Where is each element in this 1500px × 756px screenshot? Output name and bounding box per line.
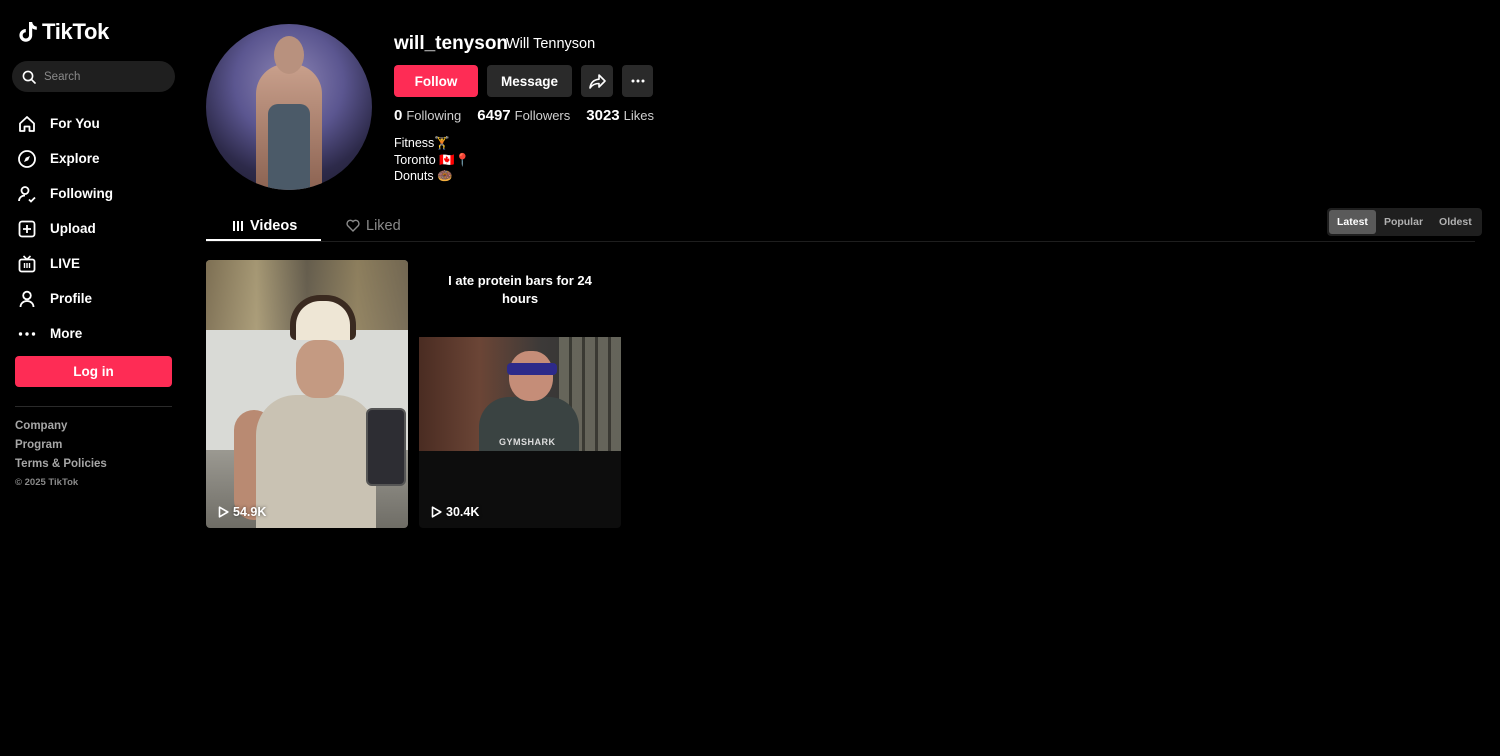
profile-tabs: Videos Liked — [206, 204, 1475, 242]
footer-link-company[interactable]: Company — [15, 420, 107, 432]
following-count: 0 — [394, 107, 403, 124]
stat-following[interactable]: 0 Following — [394, 107, 461, 124]
view-count: 30.4K — [431, 505, 479, 519]
sidebar-item-profile[interactable]: Profile — [17, 281, 113, 316]
profile-avatar — [206, 24, 372, 190]
more-icon — [17, 324, 37, 344]
sidebar-item-more[interactable]: More — [17, 316, 113, 351]
ellipsis-icon — [631, 79, 644, 83]
sort-oldest[interactable]: Oldest — [1431, 210, 1480, 234]
play-icon — [431, 506, 442, 518]
follow-button[interactable]: Follow — [394, 65, 478, 97]
grid-icon — [233, 220, 243, 231]
sidebar-item-label: LIVE — [50, 256, 81, 271]
sidebar-item-live[interactable]: LIVE — [17, 246, 113, 281]
home-icon — [17, 114, 37, 134]
sidebar-item-label: Upload — [50, 221, 96, 236]
person-icon — [17, 289, 37, 309]
sidebar-item-label: Explore — [50, 151, 100, 166]
followers-label: Followers — [514, 108, 571, 123]
search-box[interactable] — [12, 61, 175, 92]
upload-icon — [17, 219, 37, 239]
copyright-text: © 2025 TikTok — [15, 477, 79, 488]
tab-liked[interactable]: Liked — [346, 210, 401, 241]
sidebar-item-following[interactable]: Following — [17, 176, 113, 211]
footer-link-program[interactable]: Program — [15, 439, 107, 451]
tiktok-note-icon — [19, 22, 37, 42]
tab-label: Videos — [250, 217, 298, 234]
stat-followers[interactable]: 6497 Followers — [477, 107, 570, 124]
bio-line: Toronto 🇨🇦📍 — [394, 152, 471, 167]
active-tab-indicator — [206, 239, 321, 241]
sidebar-item-for-you[interactable]: For You — [17, 106, 113, 141]
sidebar-item-explore[interactable]: Explore — [17, 141, 113, 176]
sort-latest[interactable]: Latest — [1329, 210, 1376, 234]
more-options-button[interactable] — [622, 65, 653, 97]
app-name: TikTok — [42, 19, 110, 44]
view-count: 54.9K — [218, 505, 266, 519]
sidebar-item-label: Following — [50, 186, 113, 201]
video-card[interactable]: I ate protein bars for 24 hours GYMSHARK… — [419, 260, 621, 528]
followers-count: 6497 — [477, 107, 511, 124]
sidebar-item-label: More — [50, 326, 83, 341]
view-count-value: 30.4K — [446, 505, 480, 519]
tab-videos[interactable]: Videos — [232, 210, 297, 241]
following-label: Following — [406, 108, 462, 123]
login-button[interactable]: Log in — [15, 356, 172, 387]
bio-line: Fitness🏋 — [394, 136, 450, 150]
profile-display-name: Will Tennyson — [506, 36, 596, 52]
sidebar: TikTok For You Explore Following — [0, 0, 190, 756]
bio-line: Donuts 🍩 — [394, 169, 453, 183]
live-icon — [17, 254, 37, 274]
search-icon — [22, 70, 36, 84]
tiktok-logo[interactable]: TikTok — [18, 19, 109, 45]
sort-popular[interactable]: Popular — [1376, 210, 1431, 234]
following-icon — [17, 184, 37, 204]
message-button[interactable]: Message — [487, 65, 572, 97]
sidebar-item-label: Profile — [50, 291, 93, 306]
stat-likes: 3023 Likes — [586, 107, 654, 124]
sidebar-nav: For You Explore Following Upload LIVE Pr… — [17, 106, 113, 351]
likes-count: 3023 — [586, 107, 620, 124]
footer-link-terms[interactable]: Terms & Policies — [15, 458, 107, 470]
profile-username: will_tenyson — [394, 33, 509, 54]
sidebar-item-upload[interactable]: Upload — [17, 211, 113, 246]
play-icon — [218, 506, 229, 518]
share-button[interactable] — [581, 65, 613, 97]
profile-stats: 0 Following 6497 Followers 3023 Likes — [394, 107, 654, 124]
search-input[interactable] — [44, 70, 164, 83]
video-caption: I ate protein bars for 24 hours — [448, 273, 592, 306]
share-icon — [588, 73, 606, 89]
video-card[interactable]: 54.9K — [206, 260, 408, 528]
likes-label: Likes — [623, 108, 654, 123]
sort-toggle: Latest Popular Oldest — [1327, 208, 1482, 236]
view-count-value: 54.9K — [233, 505, 267, 519]
compass-icon — [17, 149, 37, 169]
profile-bio: Fitness🏋 Toronto 🇨🇦📍 Donuts 🍩 — [394, 135, 470, 185]
sidebar-item-label: For You — [50, 116, 100, 131]
sidebar-footer: Company Program Terms & Policies © 2025 … — [15, 420, 107, 488]
heart-lock-icon — [346, 219, 360, 232]
thumbnail-shirt-text: GYMSHARK — [499, 437, 556, 447]
sidebar-divider — [15, 406, 172, 407]
video-thumbnail: GYMSHARK — [419, 337, 621, 451]
tab-label: Liked — [366, 217, 401, 234]
